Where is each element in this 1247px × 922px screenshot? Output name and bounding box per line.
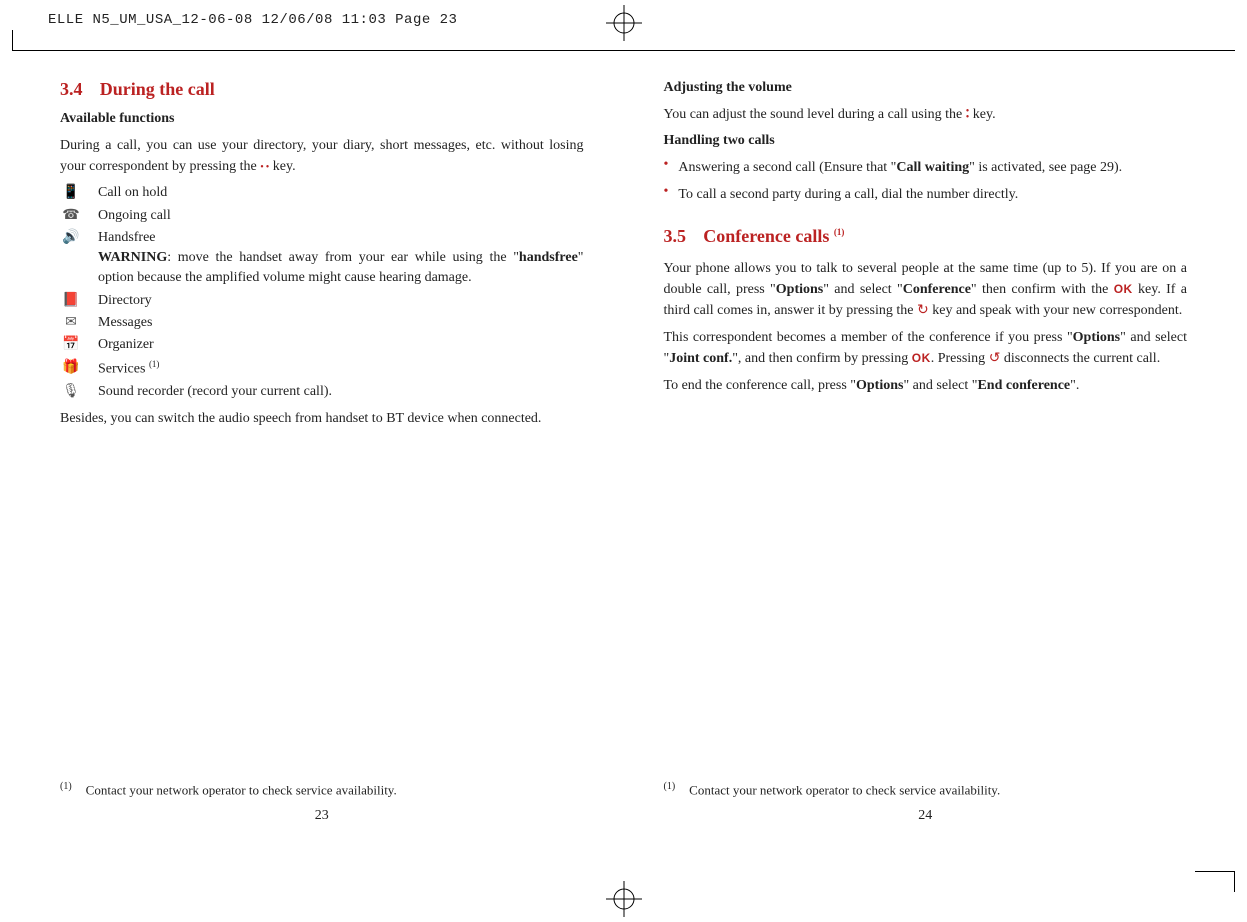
registration-mark-icon	[606, 5, 642, 41]
page-number: 24	[664, 808, 1188, 824]
list-label: Messages	[98, 313, 584, 333]
list-item: 📕 Directory	[60, 291, 584, 311]
page-left: 3.4 During the call Available functions …	[60, 72, 584, 832]
list-item: 🎁 Services (1)	[60, 358, 584, 380]
crop-mark	[12, 30, 13, 50]
hold-icon: 📱	[60, 183, 82, 201]
paragraph: During a call, you can use your director…	[60, 135, 584, 177]
list-item: 📱 Call on hold	[60, 183, 584, 203]
list-item: To call a second party during a call, di…	[664, 184, 1188, 205]
messages-icon: ✉	[60, 313, 82, 331]
page-right: Adjusting the volume You can adjust the …	[664, 72, 1188, 832]
paragraph: Besides, you can switch the audio speech…	[60, 408, 584, 429]
ok-key-icon: OK	[912, 351, 931, 365]
paragraph: To end the conference call, press "Optio…	[664, 375, 1188, 396]
ongoing-call-icon: ☎	[60, 206, 82, 224]
list-item: ✉ Messages	[60, 313, 584, 333]
list-label: Services (1)	[98, 358, 584, 380]
section-number: 3.5	[664, 226, 687, 246]
list-item: 🎙 Sound recorder (record your current ca…	[60, 382, 584, 402]
speaker-icon: 🔊	[60, 228, 82, 246]
services-icon: 🎁	[60, 358, 82, 376]
registration-mark-icon	[606, 881, 642, 917]
footnote: (1)Contact your network operator to chec…	[664, 781, 1001, 798]
directory-icon: 📕	[60, 291, 82, 309]
list-item: 📅 Organizer	[60, 335, 584, 355]
end-key-icon: ↺	[989, 351, 1001, 366]
list-item: Answering a second call (Ensure that "Ca…	[664, 157, 1188, 178]
section-number: 3.4	[60, 79, 83, 99]
section-heading: 3.5 Conference calls (1)	[664, 223, 1188, 248]
paragraph: Your phone allows you to talk to several…	[664, 258, 1188, 321]
paragraph: You can adjust the sound level during a …	[664, 104, 1188, 125]
list-label: Ongoing call	[98, 206, 584, 226]
ok-key-icon: OK	[1114, 282, 1133, 296]
section-title: Conference calls (1)	[703, 226, 844, 246]
call-key-icon: ↻	[917, 303, 929, 318]
footnote: (1)Contact your network operator to chec…	[60, 781, 397, 798]
list-item: ☎ Ongoing call	[60, 206, 584, 226]
subheading: Adjusting the volume	[664, 80, 1188, 96]
recorder-icon: 🎙	[60, 382, 82, 400]
crop-mark	[1234, 872, 1235, 892]
page-number: 23	[60, 808, 584, 824]
crop-mark	[1195, 871, 1235, 872]
section-title: During the call	[100, 79, 215, 99]
function-list: 📱 Call on hold ☎ Ongoing call 🔊 Handsfre…	[60, 183, 584, 402]
bullet-list: Answering a second call (Ensure that "Ca…	[664, 157, 1188, 205]
list-item: 🔊 Handsfree WARNING: move the handset aw…	[60, 228, 584, 289]
list-label: Call on hold	[98, 183, 584, 203]
section-heading: 3.4 During the call	[60, 76, 584, 101]
subheading: Available functions	[60, 111, 584, 127]
paragraph: This correspondent becomes a member of t…	[664, 327, 1188, 369]
organizer-icon: 📅	[60, 335, 82, 353]
subheading: Handling two calls	[664, 133, 1188, 149]
list-label: Sound recorder (record your current call…	[98, 382, 584, 402]
two-dots-key-icon	[260, 156, 269, 177]
list-label: Handsfree WARNING: move the handset away…	[98, 228, 584, 289]
list-label: Organizer	[98, 335, 584, 355]
crop-mark	[12, 50, 1235, 51]
list-label: Directory	[98, 291, 584, 311]
